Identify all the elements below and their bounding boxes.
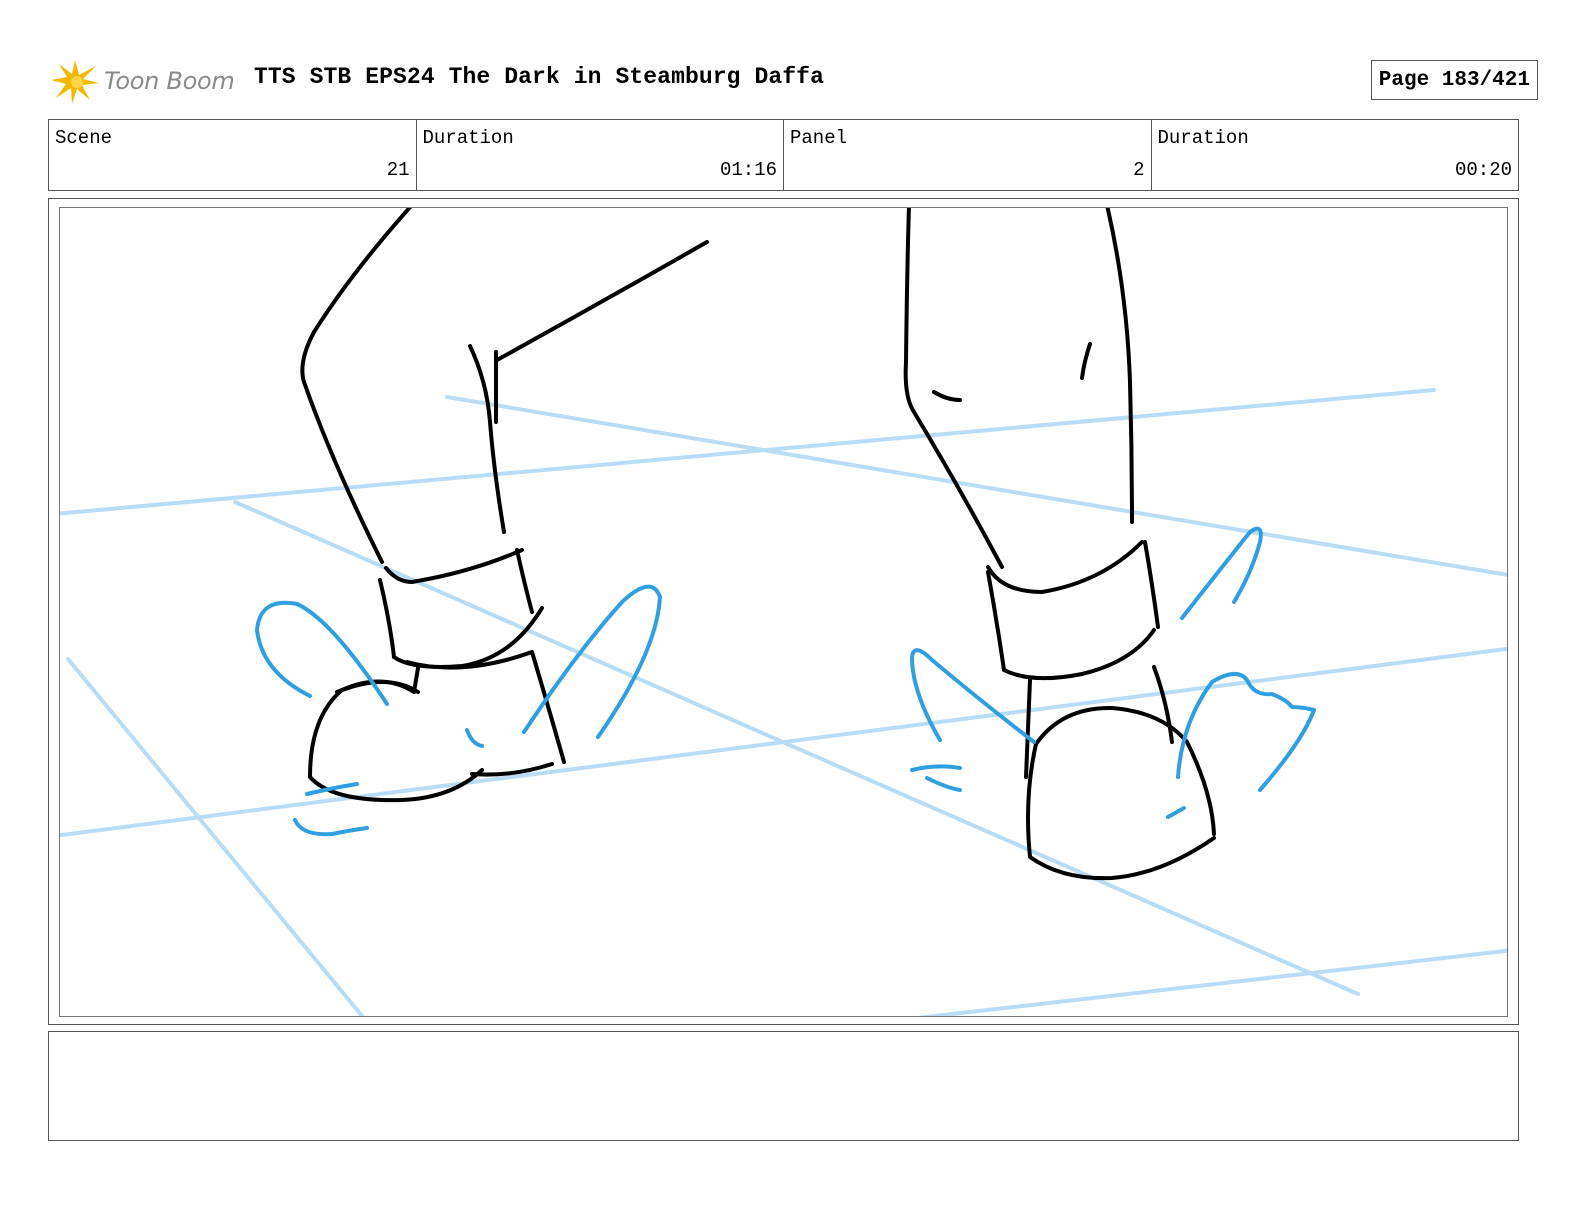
scene-duration-label: Duration <box>422 127 514 149</box>
right-leg-sketch <box>903 208 1216 881</box>
storyboard-panel-frame <box>48 198 1519 1025</box>
logo-text: Toon Boom <box>104 67 235 95</box>
scene-duration-cell: Duration 01:16 <box>417 120 784 190</box>
page-counter: Page 183/421 <box>1370 60 1538 100</box>
panel-notes-box <box>48 1031 1519 1141</box>
toon-boom-logo: Toon Boom <box>50 56 235 106</box>
panel-cell: Panel 2 <box>784 120 1152 190</box>
scene-label: Scene <box>55 127 113 149</box>
scene-cell: Scene 21 <box>49 120 417 190</box>
scene-duration-value: 01:16 <box>719 159 777 181</box>
panel-label: Panel <box>790 127 848 149</box>
panel-duration-cell: Duration 00:20 <box>1152 120 1519 190</box>
panel-duration-value: 00:20 <box>1454 159 1512 181</box>
panel-duration-label: Duration <box>1157 127 1249 149</box>
sunburst-star-icon <box>51 60 99 104</box>
panel-value: 2 <box>1133 159 1145 181</box>
scene-value: 21 <box>386 159 410 181</box>
storyboard-header: Toon Boom TTS STB EPS24 The Dark in Stea… <box>50 52 1538 108</box>
panel-info-row: Scene 21 Duration 01:16 Panel 2 Duration… <box>48 119 1519 191</box>
left-leg-sketch <box>300 208 709 803</box>
sketch-drawing <box>60 208 1507 1016</box>
document-title: TTS STB EPS24 The Dark in Steamburg Daff… <box>254 64 824 90</box>
storyboard-panel-drawing <box>59 207 1508 1017</box>
